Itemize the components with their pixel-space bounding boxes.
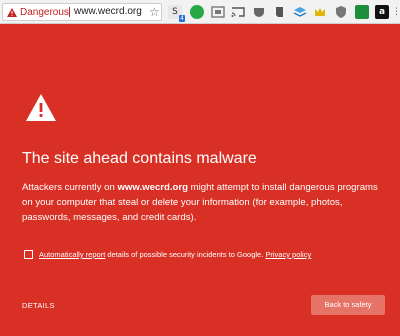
green-circle-icon[interactable] [190,5,204,19]
details-link[interactable]: DETAILS [22,301,55,310]
extension-badge: 4 [179,15,185,22]
description-prefix: Attackers currently on [22,182,118,193]
description-site: www.wecrd.org [117,182,188,193]
privacy-policy-link[interactable]: Privacy policy [265,250,311,259]
report-option: Automatically report details of possible… [24,250,311,259]
warning-triangle-icon [26,94,56,121]
malware-description: Attackers currently on www.wecrd.org mig… [22,180,382,225]
evernote-icon[interactable] [273,5,287,19]
report-checkbox[interactable] [24,250,33,259]
auto-report-link[interactable]: Automatically report [39,250,105,259]
address-bar[interactable]: Dangerous www.wecrd.org ☆ [2,3,162,21]
crown-icon[interactable] [313,5,327,19]
bookmark-star-icon[interactable]: ☆ [149,5,160,19]
report-text: details of possible security incidents t… [105,250,266,259]
page-title: The site ahead contains malware [22,150,257,167]
green-tile-icon[interactable] [355,5,369,19]
security-chip[interactable]: Dangerous [7,6,69,18]
url-text[interactable]: www.wecrd.org [74,6,142,17]
drive-icon[interactable] [211,5,225,19]
stumbleupon-like-icon[interactable]: S 4 [168,5,185,22]
chip-separator [69,7,70,17]
back-to-safety-button[interactable]: Back to safety [311,295,385,315]
warning-triangle-icon [7,7,17,17]
shield-icon[interactable] [334,5,348,19]
amazon-icon[interactable]: a [375,5,389,19]
security-chip-label: Dangerous [20,6,69,18]
menu-icon[interactable]: ⋮ [392,5,400,19]
layers-icon[interactable] [293,5,307,19]
browser-toolbar: Dangerous www.wecrd.org ☆ S 4 a ⋮ [0,0,400,24]
cast-icon[interactable] [231,5,245,19]
pocket-like-icon[interactable] [252,5,266,19]
